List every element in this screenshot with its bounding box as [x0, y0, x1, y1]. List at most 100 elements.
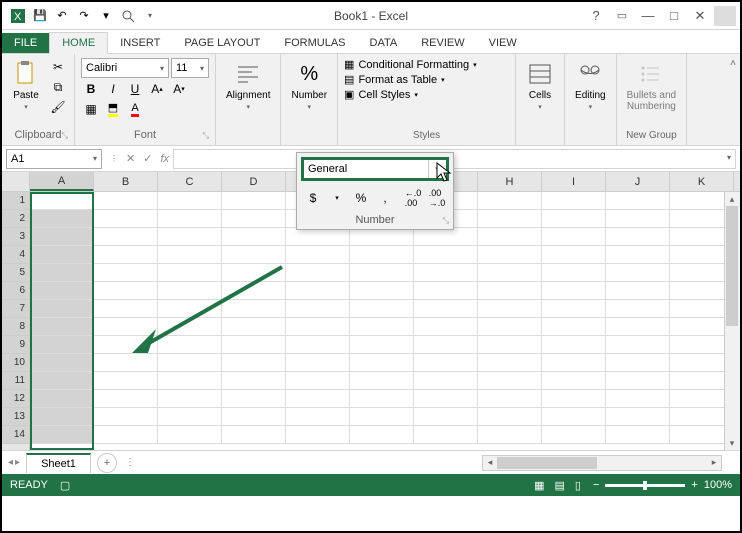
paste-button[interactable]: Paste ▾	[8, 58, 44, 113]
qat-dropdown[interactable]: ▾	[140, 6, 160, 26]
alignment-button[interactable]: Alignment ▾	[222, 58, 274, 113]
number-format-dropdown[interactable]: General ▾	[301, 157, 449, 181]
row-header-12[interactable]: 12	[2, 390, 29, 408]
column-header-b[interactable]: B	[94, 172, 158, 191]
save-button[interactable]: 💾	[30, 6, 50, 26]
font-color-button[interactable]: A	[125, 100, 145, 118]
decrease-font-button[interactable]: A▾	[169, 80, 189, 98]
cut-button[interactable]: ✂	[48, 58, 68, 76]
row-header-8[interactable]: 8	[2, 318, 29, 336]
close-button[interactable]: ✕	[688, 6, 712, 26]
account-icon[interactable]	[714, 6, 736, 26]
help-button[interactable]: ?	[584, 6, 608, 26]
normal-view-button[interactable]: ▦	[534, 479, 544, 492]
cell-styles-button[interactable]: ▣Cell Styles▾	[344, 88, 418, 101]
cells-area[interactable]: // rows rendered below via repeated mark…	[30, 192, 740, 450]
touch-mode-button[interactable]: ▾	[96, 6, 116, 26]
scroll-left-arrow[interactable]: ◂	[483, 456, 497, 470]
enter-formula-icon[interactable]: ✓	[143, 152, 152, 165]
column-header-i[interactable]: I	[542, 172, 606, 191]
horizontal-scrollbar[interactable]: ◂ ▸	[482, 455, 722, 471]
vscroll-thumb[interactable]	[726, 206, 738, 326]
comma-button[interactable]: ,	[375, 189, 395, 207]
format-as-table-button[interactable]: ▤Format as Table▾	[344, 73, 445, 86]
currency-dropdown[interactable]: ▾	[327, 189, 347, 207]
bullets-numbering-button[interactable]: Bullets and Numbering	[623, 58, 680, 114]
fill-color-button[interactable]: ⬒	[103, 100, 123, 118]
conditional-formatting-button[interactable]: ▦Conditional Formatting▾	[344, 58, 477, 71]
column-header-h[interactable]: H	[478, 172, 542, 191]
number-button[interactable]: % Number ▾	[287, 58, 331, 113]
number-launcher[interactable]: ⤡	[443, 216, 449, 226]
select-all-corner[interactable]	[2, 172, 30, 191]
maximize-button[interactable]: □	[662, 6, 686, 26]
row-header-9[interactable]: 9	[2, 336, 29, 354]
tab-data[interactable]: DATA	[358, 33, 410, 53]
borders-button[interactable]: ▦	[81, 100, 101, 118]
sheet-nav-last[interactable]: ▸	[15, 457, 20, 468]
hscroll-thumb[interactable]	[497, 457, 597, 469]
clipboard-launcher[interactable]: ⤡	[62, 131, 68, 141]
redo-button[interactable]: ↷	[74, 6, 94, 26]
row-header-2[interactable]: 2	[2, 210, 29, 228]
copy-button[interactable]: ⧉	[48, 78, 68, 96]
name-box[interactable]: A1▾	[6, 149, 102, 169]
font-size-dropdown[interactable]: 11▾	[171, 58, 209, 78]
zoom-level[interactable]: 100%	[704, 479, 732, 491]
row-header-13[interactable]: 13	[2, 408, 29, 426]
percent-button[interactable]: %	[351, 189, 371, 207]
zoom-in-button[interactable]: +	[691, 479, 697, 491]
collapse-ribbon-button[interactable]: ˄	[730, 58, 736, 69]
row-header-5[interactable]: 5	[2, 264, 29, 282]
column-header-j[interactable]: J	[606, 172, 670, 191]
tab-file[interactable]: FILE	[2, 33, 49, 53]
format-painter-button[interactable]: 🖌	[48, 98, 68, 116]
tab-view[interactable]: VIEW	[477, 33, 529, 53]
increase-font-button[interactable]: A▴	[147, 80, 167, 98]
row-header-6[interactable]: 6	[2, 282, 29, 300]
cancel-formula-button[interactable]: ⋮	[110, 154, 118, 163]
bold-button[interactable]: B	[81, 80, 101, 98]
expand-formula-bar[interactable]: ▾	[727, 153, 731, 162]
tab-formulas[interactable]: FORMULAS	[272, 33, 357, 53]
column-header-d[interactable]: D	[222, 172, 286, 191]
cancel-icon[interactable]: ✕	[126, 152, 135, 165]
undo-button[interactable]: ↶	[52, 6, 72, 26]
tab-home[interactable]: HOME	[49, 32, 108, 54]
row-header-4[interactable]: 4	[2, 246, 29, 264]
editing-button[interactable]: Editing ▾	[571, 58, 610, 113]
font-name-dropdown[interactable]: Calibri▾	[81, 58, 169, 78]
column-header-k[interactable]: K	[670, 172, 734, 191]
underline-button[interactable]: U	[125, 80, 145, 98]
formula-bar[interactable]: ▾	[173, 149, 736, 169]
tab-page-layout[interactable]: PAGE LAYOUT	[172, 33, 272, 53]
scroll-up-arrow[interactable]: ▴	[725, 192, 739, 206]
vertical-scrollbar[interactable]: ▴ ▾	[724, 192, 740, 450]
decrease-decimal-button[interactable]: .00→.0	[427, 189, 447, 207]
row-header-7[interactable]: 7	[2, 300, 29, 318]
zoom-out-button[interactable]: −	[593, 479, 599, 491]
currency-button[interactable]: $	[303, 189, 323, 207]
tab-insert[interactable]: INSERT	[108, 33, 172, 53]
cells-button[interactable]: Cells ▾	[522, 58, 558, 113]
tab-review[interactable]: REVIEW	[409, 33, 476, 53]
row-header-3[interactable]: 3	[2, 228, 29, 246]
column-header-a[interactable]: A	[30, 172, 94, 191]
page-break-view-button[interactable]: ▯	[575, 479, 581, 492]
column-header-c[interactable]: C	[158, 172, 222, 191]
sheet-tab-1[interactable]: Sheet1	[26, 453, 91, 473]
increase-decimal-button[interactable]: ←.0.00	[403, 189, 423, 207]
row-header-14[interactable]: 14	[2, 426, 29, 444]
minimize-button[interactable]: —	[636, 6, 660, 26]
tab-split-handle[interactable]: ⋮	[125, 457, 136, 468]
row-header-10[interactable]: 10	[2, 354, 29, 372]
scroll-right-arrow[interactable]: ▸	[707, 456, 721, 470]
macro-record-icon[interactable]: ▢	[60, 479, 70, 492]
row-header-1[interactable]: 1	[2, 192, 29, 210]
print-preview-button[interactable]	[118, 6, 138, 26]
row-header-11[interactable]: 11	[2, 372, 29, 390]
insert-function-button[interactable]: fx	[160, 153, 169, 165]
scroll-down-arrow[interactable]: ▾	[725, 436, 739, 450]
sheet-nav-first[interactable]: ◂	[8, 457, 13, 468]
new-sheet-button[interactable]: +	[97, 453, 117, 473]
